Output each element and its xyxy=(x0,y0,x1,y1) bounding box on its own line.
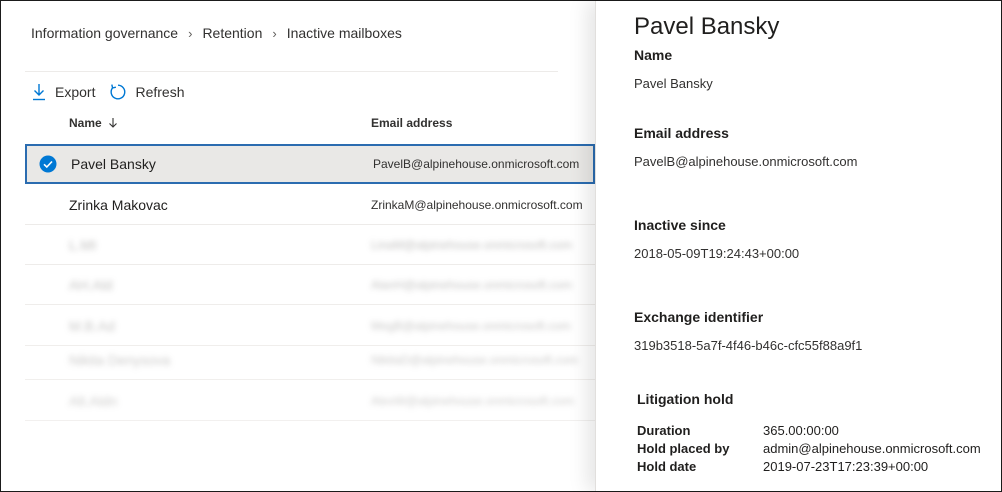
row-name: M.B.Ad xyxy=(69,317,115,334)
command-bar: Export Refresh xyxy=(31,83,199,101)
hold-placed-by-label: Hold placed by xyxy=(637,440,730,456)
row-name: AH.Ald xyxy=(69,276,113,293)
hold-date-row: Hold date 2019-07-23T17:23:39+00:00 xyxy=(637,457,981,475)
table-row[interactable]: AH.Ald AlanH@alpinehouse.onmicrosoft.com xyxy=(25,265,595,305)
exchange-identifier-label: Exchange identifier xyxy=(634,309,764,325)
breadcrumb-item-information-governance[interactable]: Information governance xyxy=(31,25,178,41)
column-header-email[interactable]: Email address xyxy=(371,116,452,130)
row-email: MegB@alpinehouse.onmicrosoft.com xyxy=(371,318,571,333)
column-header-email-label: Email address xyxy=(371,116,453,130)
email-label: Email address xyxy=(634,125,729,141)
duration-label: Duration xyxy=(637,422,691,438)
check-circle-icon[interactable] xyxy=(39,155,57,173)
divider xyxy=(25,71,558,72)
export-button[interactable]: Export xyxy=(31,83,95,101)
refresh-button[interactable]: Refresh xyxy=(109,83,185,101)
inactive-since-value: 2018-05-09T19:24:43+00:00 xyxy=(634,246,800,261)
chevron-right-icon: › xyxy=(188,25,193,41)
row-email: AlanH@alpinehouse.onmicrosoft.com xyxy=(371,277,572,292)
hold-date-value: 2019-07-23T17:23:39+00:00 xyxy=(763,458,929,474)
details-panel: Pavel Bansky Name Pavel Bansky Email add… xyxy=(595,1,1001,491)
refresh-icon xyxy=(110,84,126,100)
row-email: PavelB@alpinehouse.onmicrosoft.com xyxy=(373,157,580,171)
mailbox-list-pane: Information governance › Retention › Ina… xyxy=(1,1,595,491)
inactive-since-label: Inactive since xyxy=(634,217,726,233)
row-name: Pavel Bansky xyxy=(71,156,156,172)
export-label: Export xyxy=(55,84,96,100)
download-icon xyxy=(33,84,45,101)
arrow-down-icon xyxy=(108,118,117,128)
name-label: Name xyxy=(634,47,673,63)
table-row[interactable]: Alt.Aldn AlexW@alpinehouse.onmicrosoft.c… xyxy=(25,381,595,421)
table-row[interactable]: Pavel Bansky PavelB@alpinehouse.onmicros… xyxy=(25,144,595,184)
row-name: Alt.Aldn xyxy=(69,392,118,409)
breadcrumb-item-inactive-mailboxes: Inactive mailboxes xyxy=(286,25,402,41)
breadcrumb: Information governance › Retention › Ina… xyxy=(31,25,402,41)
name-value: Pavel Bansky xyxy=(634,76,713,91)
row-name: Nikita Denysova xyxy=(69,351,171,368)
refresh-label: Refresh xyxy=(135,84,185,100)
duration-row: Duration 365.00:00:00 xyxy=(637,421,981,439)
duration-value: 365.00:00:00 xyxy=(763,422,839,438)
exchange-identifier-value: 319b3518-5a7f-4f46-b46c-cfc55f88a9f1 xyxy=(634,338,863,353)
table-row[interactable]: Zrinka Makovac ZrinkaM@alpinehouse.onmic… xyxy=(25,185,595,225)
column-header-name-label: Name xyxy=(69,116,102,130)
panel-title: Pavel Bansky xyxy=(634,13,780,40)
row-name: L.MI xyxy=(69,236,97,253)
hold-date-label: Hold date xyxy=(637,458,697,474)
row-email: NikitaD@alpinehouse.onmicrosoft.com xyxy=(371,352,578,367)
hold-placed-by-row: Hold placed by admin@alpinehouse.onmicro… xyxy=(637,439,981,457)
table-row[interactable]: Nikita Denysova NikitaD@alpinehouse.onmi… xyxy=(25,340,595,380)
litigation-hold-heading: Litigation hold xyxy=(637,391,734,407)
chevron-right-icon: › xyxy=(272,25,277,41)
row-name: Zrinka Makovac xyxy=(69,196,168,213)
breadcrumb-item-retention[interactable]: Retention xyxy=(202,25,262,41)
table-row[interactable]: L.MI LinaM@alpinehouse.onmicrosoft.com xyxy=(25,225,595,265)
row-email: LinaM@alpinehouse.onmicrosoft.com xyxy=(371,237,572,252)
column-header-name[interactable]: Name xyxy=(69,116,118,130)
row-email: AlexW@alpinehouse.onmicrosoft.com xyxy=(371,393,574,408)
litigation-hold-details: Duration 365.00:00:00 Hold placed by adm… xyxy=(637,421,981,475)
row-email: ZrinkaM@alpinehouse.onmicrosoft.com xyxy=(371,197,583,212)
hold-placed-by-value: admin@alpinehouse.onmicrosoft.com xyxy=(763,440,981,456)
email-value: PavelB@alpinehouse.onmicrosoft.com xyxy=(634,154,858,169)
